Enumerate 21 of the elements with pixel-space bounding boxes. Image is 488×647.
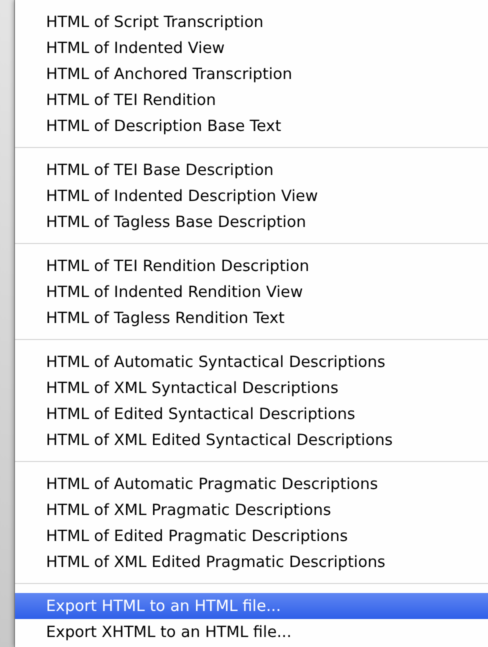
menu-item[interactable]: HTML of TEI Rendition: [15, 87, 488, 113]
menu-item[interactable]: HTML of Anchored Transcription: [15, 61, 488, 87]
menu-item[interactable]: HTML of Tagless Base Description: [15, 209, 488, 235]
menu-item[interactable]: HTML of Tagless Rendition Text: [15, 305, 488, 331]
menu-item[interactable]: HTML of Edited Pragmatic Descriptions: [15, 523, 488, 549]
menu-item[interactable]: HTML of Indented View: [15, 35, 488, 61]
menu-item[interactable]: HTML of XML Syntactical Descriptions: [15, 375, 488, 401]
menu-item[interactable]: HTML of XML Edited Pragmatic Descriptions: [15, 549, 488, 575]
menu-item[interactable]: HTML of Script Transcription: [15, 9, 488, 35]
menu-item[interactable]: HTML of Indented Description View: [15, 183, 488, 209]
menu-item[interactable]: HTML of Indented Rendition View: [15, 279, 488, 305]
menu-item[interactable]: HTML of Edited Syntactical Descriptions: [15, 401, 488, 427]
menu-item[interactable]: Export HTML to an HTML file...: [15, 593, 488, 619]
menu-item[interactable]: Export XHTML to an HTML file...: [15, 619, 488, 645]
menu-item[interactable]: HTML of XML Pragmatic Descriptions: [15, 497, 488, 523]
menu-item[interactable]: HTML of Automatic Syntactical Descriptions: [15, 349, 488, 375]
menu-item[interactable]: HTML of XML Edited Syntactical Descriptions: [15, 427, 488, 453]
menu-item[interactable]: HTML of TEI Rendition Description: [15, 253, 488, 279]
menu-item[interactable]: HTML of TEI Base Description: [15, 157, 488, 183]
menu-item[interactable]: HTML of Description Base Text: [15, 113, 488, 139]
menu-item[interactable]: HTML of Automatic Pragmatic Descriptions: [15, 471, 488, 497]
